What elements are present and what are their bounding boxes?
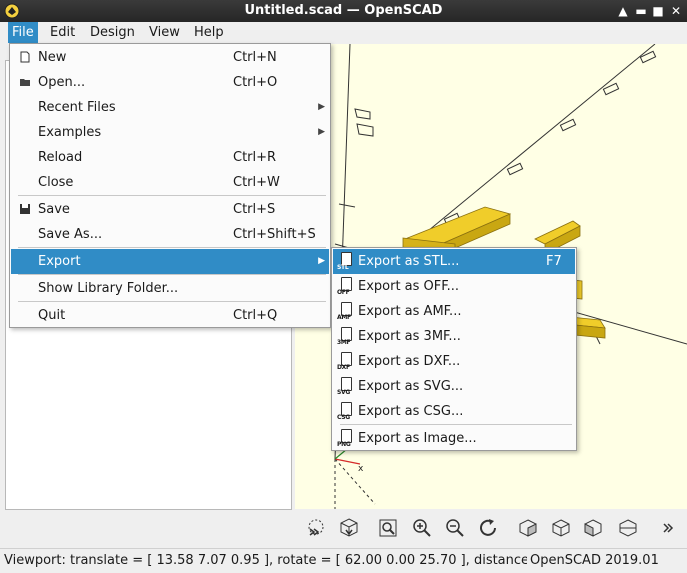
new-file-icon bbox=[20, 51, 30, 63]
zoom-in-icon[interactable] bbox=[411, 517, 433, 539]
menu-item-export-dxf[interactable]: DXF Export as DXF... bbox=[333, 349, 575, 374]
menu-design[interactable]: Design bbox=[86, 22, 139, 43]
menu-separator bbox=[18, 274, 326, 275]
file-png-icon: PNG bbox=[337, 428, 353, 449]
menu-item-export-amf[interactable]: AMF Export as AMF... bbox=[333, 299, 575, 324]
close-icon[interactable]: ✕ bbox=[668, 3, 684, 19]
view-all-icon[interactable] bbox=[377, 517, 399, 539]
keep-above-icon[interactable]: ▲ bbox=[615, 3, 631, 19]
view-bottom-icon[interactable] bbox=[582, 517, 604, 539]
submenu-arrow-icon: ▶ bbox=[318, 256, 325, 266]
file-off-icon: OFF bbox=[337, 276, 353, 297]
view-left-icon[interactable] bbox=[617, 517, 639, 539]
window-title: Untitled.scad — OpenSCAD bbox=[244, 3, 443, 18]
status-bar: Viewport: translate = [ 13.58 7.07 0.95 … bbox=[0, 548, 687, 573]
file-3mf-icon: 3MF bbox=[337, 326, 353, 347]
file-menu: New Ctrl+N Open... Ctrl+O Recent Files ▶… bbox=[9, 43, 331, 328]
viewport-status: Viewport: translate = [ 13.58 7.07 0.95 … bbox=[4, 553, 527, 568]
file-svg-icon: SVG bbox=[337, 376, 353, 397]
render-icon[interactable] bbox=[338, 517, 360, 539]
folder-icon bbox=[20, 79, 30, 86]
minimize-icon[interactable]: ▬ bbox=[633, 3, 649, 19]
view-right-icon[interactable] bbox=[517, 517, 539, 539]
file-stl-icon: STL bbox=[337, 251, 353, 272]
view-top-icon[interactable] bbox=[550, 517, 572, 539]
menu-separator bbox=[18, 195, 326, 196]
file-amf-icon: AMF bbox=[337, 301, 353, 322]
submenu-arrow-icon: ▶ bbox=[318, 127, 325, 137]
menu-item-export-3mf[interactable]: 3MF Export as 3MF... bbox=[333, 324, 575, 349]
menu-item-export[interactable]: Export ▶ bbox=[11, 249, 329, 274]
menu-view[interactable]: View bbox=[145, 22, 184, 43]
menu-item-export-image[interactable]: PNG Export as Image... bbox=[333, 426, 575, 451]
menu-item-export-svg[interactable]: SVG Export as SVG... bbox=[333, 374, 575, 399]
file-csg-icon: CSG bbox=[337, 401, 353, 422]
y-axis bbox=[399, 44, 656, 255]
title-bar: Untitled.scad — OpenSCAD ▲ ▬ ■ ✕ bbox=[0, 0, 687, 22]
menu-file[interactable]: File bbox=[8, 22, 38, 43]
menu-item-reload[interactable]: Reload Ctrl+R bbox=[11, 145, 329, 170]
menu-item-new[interactable]: New Ctrl+N bbox=[11, 45, 329, 70]
preview-icon[interactable] bbox=[305, 517, 327, 539]
zoom-out-icon[interactable] bbox=[444, 517, 466, 539]
menu-bar: File Edit Design View Help bbox=[0, 22, 687, 44]
menu-separator bbox=[340, 424, 572, 425]
menu-item-close[interactable]: Close Ctrl+W bbox=[11, 170, 329, 195]
menu-item-export-off[interactable]: OFF Export as OFF... bbox=[333, 274, 575, 299]
viewport-toolbar bbox=[295, 509, 687, 547]
submenu-arrow-icon: ▶ bbox=[318, 102, 325, 112]
menu-item-open[interactable]: Open... Ctrl+O bbox=[11, 70, 329, 95]
menu-item-show-library-folder[interactable]: Show Library Folder... bbox=[11, 276, 329, 301]
file-dxf-icon: DXF bbox=[337, 351, 353, 372]
menu-item-export-stl[interactable]: STL Export as STL... F7 bbox=[333, 249, 575, 274]
svg-text:x: x bbox=[358, 464, 364, 474]
menu-item-quit[interactable]: Quit Ctrl+Q bbox=[11, 303, 329, 328]
menu-separator bbox=[18, 247, 326, 248]
menu-separator bbox=[18, 301, 326, 302]
maximize-icon[interactable]: ■ bbox=[650, 3, 666, 19]
export-submenu: STL Export as STL... F7 OFF Export as OF… bbox=[331, 247, 577, 451]
menu-item-save-as[interactable]: Save As... Ctrl+Shift+S bbox=[11, 222, 329, 247]
menu-item-export-csg[interactable]: CSG Export as CSG... bbox=[333, 399, 575, 424]
reset-view-icon[interactable] bbox=[477, 517, 499, 539]
menu-item-recent-files[interactable]: Recent Files ▶ bbox=[11, 95, 329, 120]
menu-item-examples[interactable]: Examples ▶ bbox=[11, 120, 329, 145]
version-label: OpenSCAD 2019.01 bbox=[530, 553, 659, 568]
save-icon bbox=[20, 204, 30, 214]
menu-help[interactable]: Help bbox=[190, 22, 228, 43]
menu-item-save[interactable]: Save Ctrl+S bbox=[11, 197, 329, 222]
more-icon[interactable] bbox=[661, 517, 675, 539]
menu-edit[interactable]: Edit bbox=[46, 22, 79, 43]
